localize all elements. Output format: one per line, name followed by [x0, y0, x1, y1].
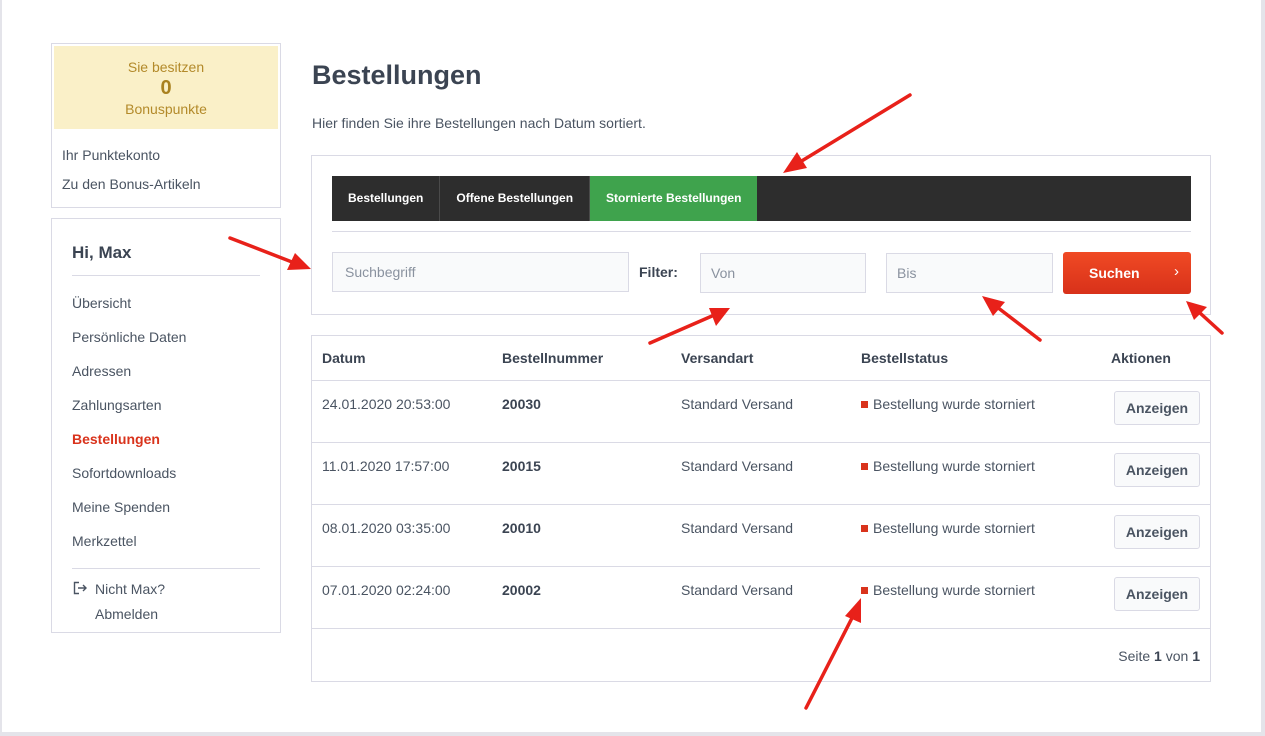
pagination-current: 1 [1154, 648, 1162, 664]
sidebar-divider [72, 568, 260, 569]
tab-orders[interactable]: Bestellungen [332, 176, 441, 221]
search-input[interactable] [332, 252, 629, 292]
chevron-right-icon: › [1174, 263, 1179, 280]
search-button[interactable]: Suchen › [1063, 252, 1191, 294]
status-indicator-icon [861, 401, 868, 408]
table-row: 08.01.2020 03:35:00 20010 Standard Versa… [312, 505, 1210, 567]
account-greeting: Hi, Max [72, 243, 132, 262]
table-row: 11.01.2020 17:57:00 20015 Standard Versa… [312, 443, 1210, 505]
sidebar-item-addresses[interactable]: Adressen [72, 354, 186, 388]
bonus-box: Sie besitzen 0 Bonuspunkte Ihr Punktekon… [51, 43, 281, 208]
pagination: Seite 1 von 1 [1118, 648, 1200, 664]
order-date: 07.01.2020 02:24:00 [322, 582, 451, 598]
window-frame-right [1261, 0, 1265, 736]
window-frame-bottom [0, 732, 1265, 736]
status-indicator-icon [861, 587, 868, 594]
order-tabs: Bestellungen Offene Bestellungen Stornie… [332, 176, 1191, 221]
date-from-input[interactable] [700, 253, 866, 293]
logout-label: Abmelden [95, 606, 159, 622]
status-indicator-icon [861, 463, 868, 470]
column-header-order-number: Bestellnummer [502, 350, 604, 366]
sidebar-item-overview[interactable]: Übersicht [72, 286, 186, 320]
pagination-separator: von [1165, 648, 1189, 664]
order-status: Bestellung wurde storniert [861, 520, 1035, 536]
bonus-unit: Bonuspunkte [125, 100, 207, 117]
points-account-link[interactable]: Ihr Punktekonto [52, 141, 280, 170]
order-number: 20002 [502, 582, 541, 598]
bonus-points-value: 0 [160, 76, 172, 99]
account-nav: Übersicht Persönliche Daten Adressen Zah… [72, 286, 186, 558]
sidebar-item-payment-methods[interactable]: Zahlungsarten [72, 388, 186, 422]
orders-table: Datum Bestellnummer Versandart Bestellst… [311, 335, 1211, 682]
order-filter-panel: Bestellungen Offene Bestellungen Stornie… [311, 155, 1211, 315]
sidebar-item-wishlist[interactable]: Merkzettel [72, 524, 186, 558]
sidebar-item-instant-downloads[interactable]: Sofortdownloads [72, 456, 186, 490]
order-shipping: Standard Versand [681, 458, 794, 474]
column-header-actions: Aktionen [1111, 350, 1171, 366]
order-number: 20015 [502, 458, 541, 474]
order-date: 11.01.2020 17:57:00 [322, 458, 450, 474]
show-order-button[interactable]: Anzeigen [1114, 453, 1200, 487]
table-header: Datum Bestellnummer Versandart Bestellst… [312, 336, 1210, 381]
date-to-input[interactable] [886, 253, 1053, 293]
order-date: 08.01.2020 03:35:00 [322, 520, 451, 536]
sidebar-item-orders[interactable]: Bestellungen [72, 422, 186, 456]
logout-question: Nicht Max? [95, 581, 166, 597]
status-indicator-icon [861, 525, 868, 532]
column-header-date: Datum [322, 350, 366, 366]
sidebar-divider [72, 275, 260, 276]
table-row: 07.01.2020 02:24:00 20002 Standard Versa… [312, 567, 1210, 629]
pagination-total: 1 [1192, 648, 1200, 664]
order-status: Bestellung wurde storniert [861, 458, 1035, 474]
filter-label: Filter: [639, 264, 678, 280]
order-status: Bestellung wurde storniert [861, 582, 1035, 598]
order-status: Bestellung wurde storniert [861, 396, 1035, 412]
order-number: 20030 [502, 396, 541, 412]
show-order-button[interactable]: Anzeigen [1114, 577, 1200, 611]
bonus-summary: Sie besitzen 0 Bonuspunkte [54, 46, 278, 129]
tab-divider [332, 231, 1191, 232]
order-status-text: Bestellung wurde storniert [873, 396, 1035, 412]
order-status-text: Bestellung wurde storniert [873, 520, 1035, 536]
order-shipping: Standard Versand [681, 520, 794, 536]
sidebar-item-donations[interactable]: Meine Spenden [72, 490, 186, 524]
order-status-text: Bestellung wurde storniert [873, 458, 1035, 474]
page-title: Bestellungen [312, 60, 482, 90]
show-order-button[interactable]: Anzeigen [1114, 391, 1200, 425]
order-date: 24.01.2020 20:53:00 [322, 396, 451, 412]
logout-icon [73, 581, 87, 595]
order-shipping: Standard Versand [681, 582, 794, 598]
bonus-articles-link[interactable]: Zu den Bonus-Artikeln [52, 170, 280, 199]
account-sidebar: Hi, Max Übersicht Persönliche Daten Adre… [51, 218, 281, 633]
column-header-status: Bestellstatus [861, 350, 949, 366]
order-shipping: Standard Versand [681, 396, 794, 412]
bonus-label: Sie besitzen [127, 58, 205, 75]
page-description: Hier finden Sie ihre Bestellungen nach D… [312, 115, 646, 131]
table-row: 24.01.2020 20:53:00 20030 Standard Versa… [312, 381, 1210, 443]
pagination-prefix: Seite [1118, 648, 1151, 664]
logout-link[interactable]: Nicht Max? Abmelden [95, 577, 215, 627]
search-button-label: Suchen [1089, 265, 1140, 281]
tab-open-orders[interactable]: Offene Bestellungen [440, 176, 591, 221]
window-frame-left [0, 0, 2, 736]
sidebar-item-personal-data[interactable]: Persönliche Daten [72, 320, 186, 354]
show-order-button[interactable]: Anzeigen [1114, 515, 1200, 549]
column-header-shipping: Versandart [681, 350, 754, 366]
tab-cancelled-orders[interactable]: Stornierte Bestellungen [590, 176, 758, 221]
order-number: 20010 [502, 520, 541, 536]
order-status-text: Bestellung wurde storniert [873, 582, 1035, 598]
